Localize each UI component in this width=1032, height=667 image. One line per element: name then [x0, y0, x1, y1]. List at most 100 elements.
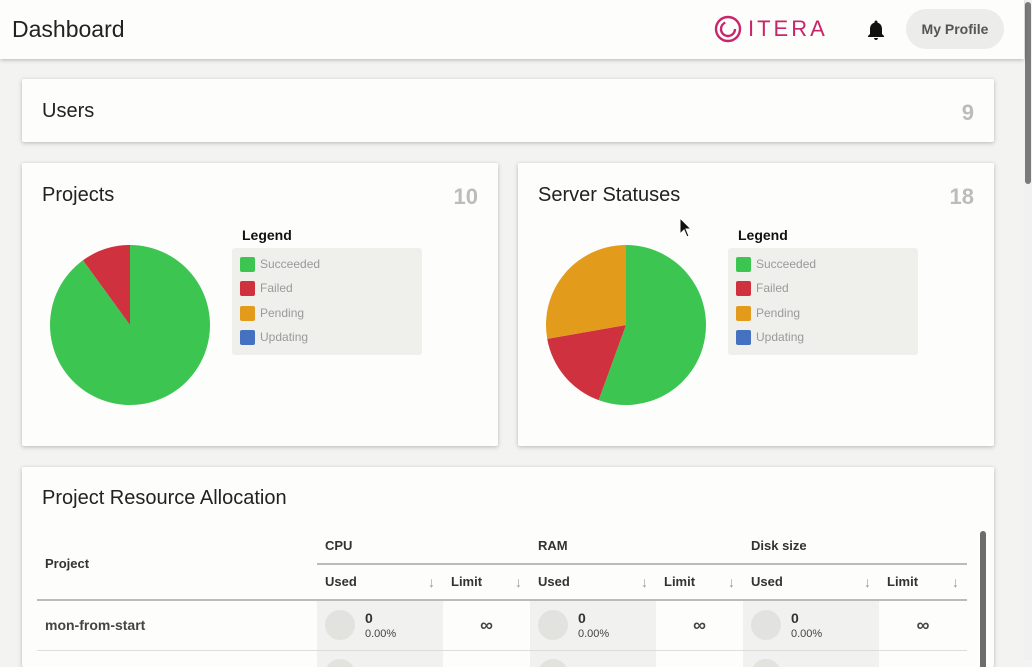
users-count: 9	[962, 100, 974, 126]
header-label: Used	[751, 574, 783, 589]
legend-item-succeeded: Succeeded	[240, 256, 320, 272]
legend-swatch	[736, 257, 751, 272]
column-group-ram: RAM	[530, 527, 743, 564]
legend-label: Updating	[756, 330, 804, 344]
legend-item-pending: Pending	[240, 305, 304, 321]
page-scrollbar[interactable]	[1024, 0, 1032, 660]
resource-allocation-table: Project CPU RAM Disk size Used↓ Limit↓ U…	[37, 527, 967, 667]
server-statuses-legend: Succeeded Failed Pending Updating	[728, 248, 918, 355]
legend-item-failed: Failed	[736, 280, 789, 296]
sort-arrow-icon[interactable]: ↓	[641, 574, 648, 590]
resource-allocation-title: Project Resource Allocation	[42, 487, 287, 510]
used-cell-content: 00.00%	[538, 610, 655, 640]
used-values: 0 0.00%	[791, 610, 822, 640]
used-cell-content: 0 0.00%	[325, 610, 442, 640]
used-amount: 0	[365, 610, 396, 626]
projects-legend-title: Legend	[242, 227, 292, 243]
sort-disk-limit[interactable]: Limit↓	[879, 564, 967, 600]
table-row[interactable]: 0 0 0	[37, 650, 967, 667]
used-percent: 0.00%	[365, 628, 396, 640]
server-statuses-card: Server Statuses 18 Legend Succeeded Fail…	[518, 163, 994, 446]
legend-swatch	[736, 281, 751, 296]
legend-label: Succeeded	[260, 257, 320, 271]
sort-ram-limit[interactable]: Limit ↓	[656, 564, 743, 600]
server-statuses-pie-chart	[546, 245, 710, 409]
legend-swatch	[736, 330, 751, 345]
header-label: Used	[325, 574, 357, 589]
cpu-used-cell: 0	[317, 650, 443, 667]
resource-allocation-card: Project Resource Allocation Project CPU …	[22, 467, 994, 667]
cpu-limit-value: ∞	[443, 600, 530, 650]
logo-text: ITERA	[748, 16, 828, 42]
legend-label: Pending	[756, 306, 800, 320]
projects-pie-chart	[50, 245, 214, 409]
ram-used-cell: 00.00%	[530, 600, 656, 650]
server-statuses-count: 18	[950, 184, 974, 210]
legend-item-succeeded: Succeeded	[736, 256, 816, 272]
mouse-cursor-icon	[678, 217, 692, 239]
users-title: Users	[42, 100, 94, 123]
disk-limit-value	[879, 650, 967, 667]
legend-item-failed: Failed	[240, 280, 293, 296]
cpu-used-cell: 0 0.00%	[317, 600, 443, 650]
legend-swatch	[240, 281, 255, 296]
legend-swatch	[240, 306, 255, 321]
used-values: 00.00%	[578, 610, 609, 640]
usage-gauge	[751, 610, 781, 640]
used-cell-content: 0 0.00%	[751, 610, 878, 640]
server-statuses-title: Server Statuses	[538, 184, 680, 207]
table-row[interactable]: mon-from-start 00.00% ∞ 00.00% ∞ 00.00% …	[37, 600, 967, 650]
projects-legend: Succeeded Failed Pending Updating	[232, 248, 422, 355]
used-values: 0 0.00%	[365, 610, 396, 640]
sort-cpu-limit[interactable]: Limit ↓	[443, 564, 530, 600]
sort-cpu-used[interactable]: Used ↓	[317, 564, 443, 600]
legend-item-pending: Pending	[736, 305, 800, 321]
legend-label: Failed	[260, 281, 293, 295]
project-name[interactable]: mon-from-start	[37, 600, 317, 650]
projects-card: Projects 10 Legend Succeeded Failed Pend…	[22, 163, 498, 446]
legend-label: Failed	[756, 281, 789, 295]
used-percent: 0.00%	[578, 628, 609, 640]
page-title: Dashboard	[12, 16, 125, 43]
my-profile-button[interactable]: My Profile	[906, 9, 1004, 49]
used-amount: 0	[791, 610, 822, 626]
disk-used-cell: 0	[743, 650, 879, 667]
header-label: Used	[538, 574, 570, 589]
ram-limit-value	[656, 650, 743, 667]
itera-logo: ITERA	[714, 13, 828, 45]
legend-item-updating: Updating	[736, 329, 804, 345]
sort-arrow-icon[interactable]: ↓	[515, 574, 522, 590]
sort-arrow-icon[interactable]: ↓	[864, 574, 871, 590]
column-group-disk: Disk size	[743, 527, 967, 564]
table-scrollbar-thumb[interactable]	[980, 531, 986, 667]
server-statuses-legend-title: Legend	[738, 227, 788, 243]
legend-swatch	[736, 306, 751, 321]
users-card: Users 9	[22, 79, 994, 142]
header-label: Limit	[451, 574, 482, 589]
project-name[interactable]	[37, 650, 317, 667]
projects-title: Projects	[42, 184, 114, 207]
header-label: Limit	[664, 574, 695, 589]
usage-gauge	[325, 610, 355, 640]
legend-swatch	[240, 330, 255, 345]
top-bar: Dashboard ITERA My Profile	[0, 0, 1024, 59]
used-percent: 0.00%	[791, 628, 822, 640]
legend-label: Pending	[260, 306, 304, 320]
sort-arrow-icon[interactable]: ↓	[728, 574, 735, 590]
legend-label: Updating	[260, 330, 308, 344]
pie-slice-pending[interactable]	[546, 245, 626, 339]
usage-gauge	[538, 610, 568, 640]
disk-used-cell: 0 0.00%	[743, 600, 879, 650]
sort-disk-used[interactable]: Used ↓	[743, 564, 879, 600]
cpu-limit-value	[443, 650, 530, 667]
sort-arrow-icon[interactable]: ↓	[428, 574, 435, 590]
sort-arrow-icon[interactable]: ↓	[952, 574, 959, 590]
page-scrollbar-thumb[interactable]	[1025, 2, 1031, 184]
logo-ring-icon	[714, 15, 742, 43]
legend-item-updating: Updating	[240, 329, 308, 345]
disk-limit-value: ∞	[879, 600, 967, 650]
ram-limit-value: ∞	[656, 600, 743, 650]
column-group-cpu: CPU	[317, 527, 530, 564]
bell-icon[interactable]	[864, 18, 888, 42]
sort-ram-used[interactable]: Used ↓	[530, 564, 656, 600]
